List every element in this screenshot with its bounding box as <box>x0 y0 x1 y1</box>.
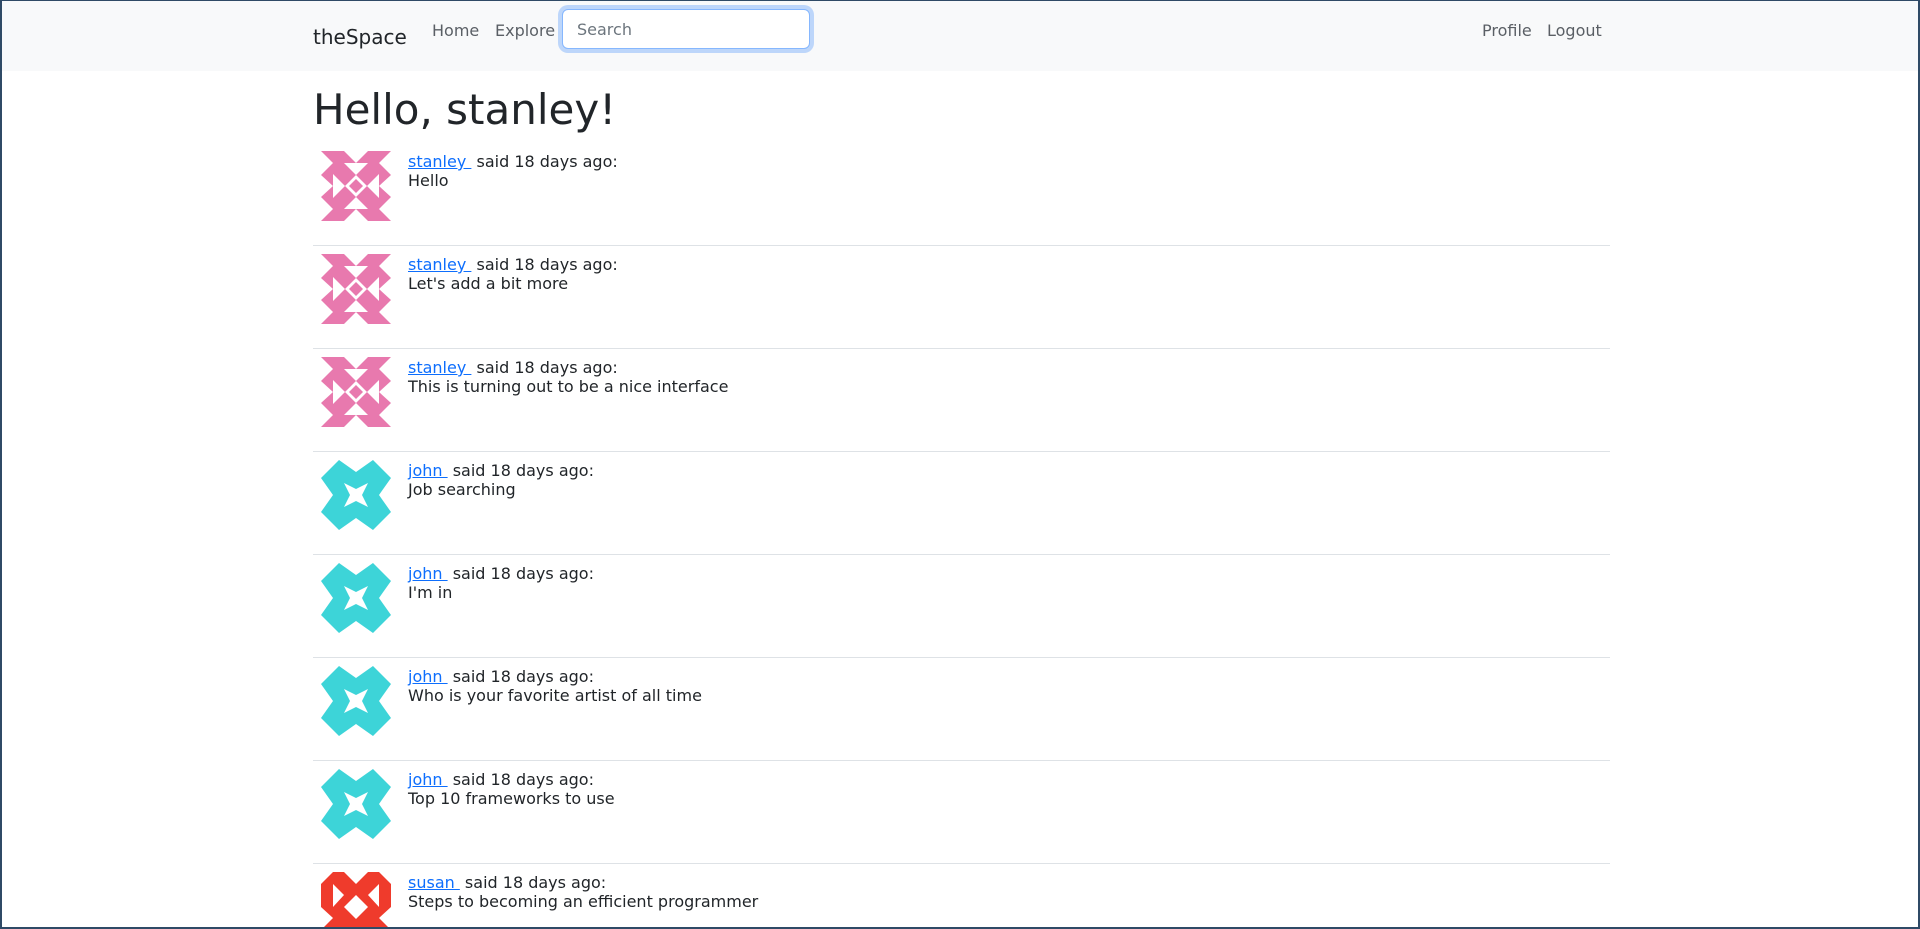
post-header: john said 18 days ago: <box>408 564 594 583</box>
brand-link[interactable]: theSpace <box>313 25 407 49</box>
nav-profile-link[interactable]: Profile <box>1482 21 1532 40</box>
post-body: I'm in <box>408 583 453 602</box>
post-timestamp: said 18 days ago: <box>447 461 594 480</box>
post-timestamp: said 18 days ago: <box>447 770 594 789</box>
avatar <box>321 460 391 530</box>
post-header: stanley said 18 days ago: <box>408 152 618 171</box>
post-item: john said 18 days ago: I'm in <box>313 555 1610 658</box>
avatar <box>321 666 391 736</box>
post-body: Let's add a bit more <box>408 274 569 293</box>
post-timestamp: said 18 days ago: <box>447 564 594 583</box>
post-body: Who is your favorite artist of all time <box>408 686 702 705</box>
post-item: stanley said 18 days ago: Let's add a bit… <box>313 246 1610 349</box>
post-timestamp: said 18 days ago: <box>471 358 618 377</box>
post-feed: stanley said 18 days ago: Hello stanley sa… <box>313 143 1610 927</box>
avatar <box>321 872 391 927</box>
post-header: susan said 18 days ago: <box>408 873 606 892</box>
post-timestamp: said 18 days ago: <box>459 873 607 892</box>
post-author-link[interactable]: john <box>408 564 448 583</box>
avatar <box>321 254 391 324</box>
post-item: stanley said 18 days ago: This is turning… <box>313 349 1610 452</box>
post-author-link[interactable]: stanley <box>408 152 471 171</box>
post-author-link[interactable]: susan <box>408 873 460 892</box>
post-item: stanley said 18 days ago: Hello <box>313 143 1610 246</box>
post-author-link[interactable]: john <box>408 770 448 789</box>
post-item: john said 18 days ago: Job searching <box>313 452 1610 555</box>
avatar <box>321 357 391 427</box>
nav-logout-link[interactable]: Logout <box>1547 21 1602 40</box>
post-timestamp: said 18 days ago: <box>471 152 618 171</box>
nav-explore-link[interactable]: Explore <box>495 21 555 40</box>
post-item: susan said 18 days ago: Steps to becoming… <box>313 864 1610 927</box>
post-item: john said 18 days ago: Who is your favori… <box>313 658 1610 761</box>
post-header: john said 18 days ago: <box>408 667 594 686</box>
post-author-link[interactable]: stanley <box>408 358 471 377</box>
post-header: stanley said 18 days ago: <box>408 358 618 377</box>
post-body: Top 10 frameworks to use <box>408 789 615 808</box>
post-body: Steps to becoming an efficient programme… <box>408 892 759 911</box>
post-author-link[interactable]: john <box>408 461 448 480</box>
page-title: Hello, stanley! <box>313 85 617 134</box>
post-body: This is turning out to be a nice interfa… <box>408 377 729 396</box>
post-item: john said 18 days ago: Top 10 frameworks … <box>313 761 1610 864</box>
avatar <box>321 769 391 839</box>
search-input[interactable] <box>562 9 810 49</box>
post-body: Job searching <box>408 480 516 499</box>
nav-home-link[interactable]: Home <box>432 21 479 40</box>
post-header: john said 18 days ago: <box>408 770 594 789</box>
post-header: stanley said 18 days ago: <box>408 255 618 274</box>
avatar <box>321 563 391 633</box>
avatar <box>321 151 391 221</box>
browser-viewport: theSpace Home Explore Profile Logout Hel… <box>0 0 1920 929</box>
post-header: john said 18 days ago: <box>408 461 594 480</box>
post-timestamp: said 18 days ago: <box>471 255 618 274</box>
post-body: Hello <box>408 171 449 190</box>
navbar: theSpace Home Explore Profile Logout <box>2 1 1918 71</box>
post-author-link[interactable]: john <box>408 667 448 686</box>
post-timestamp: said 18 days ago: <box>447 667 594 686</box>
post-author-link[interactable]: stanley <box>408 255 471 274</box>
